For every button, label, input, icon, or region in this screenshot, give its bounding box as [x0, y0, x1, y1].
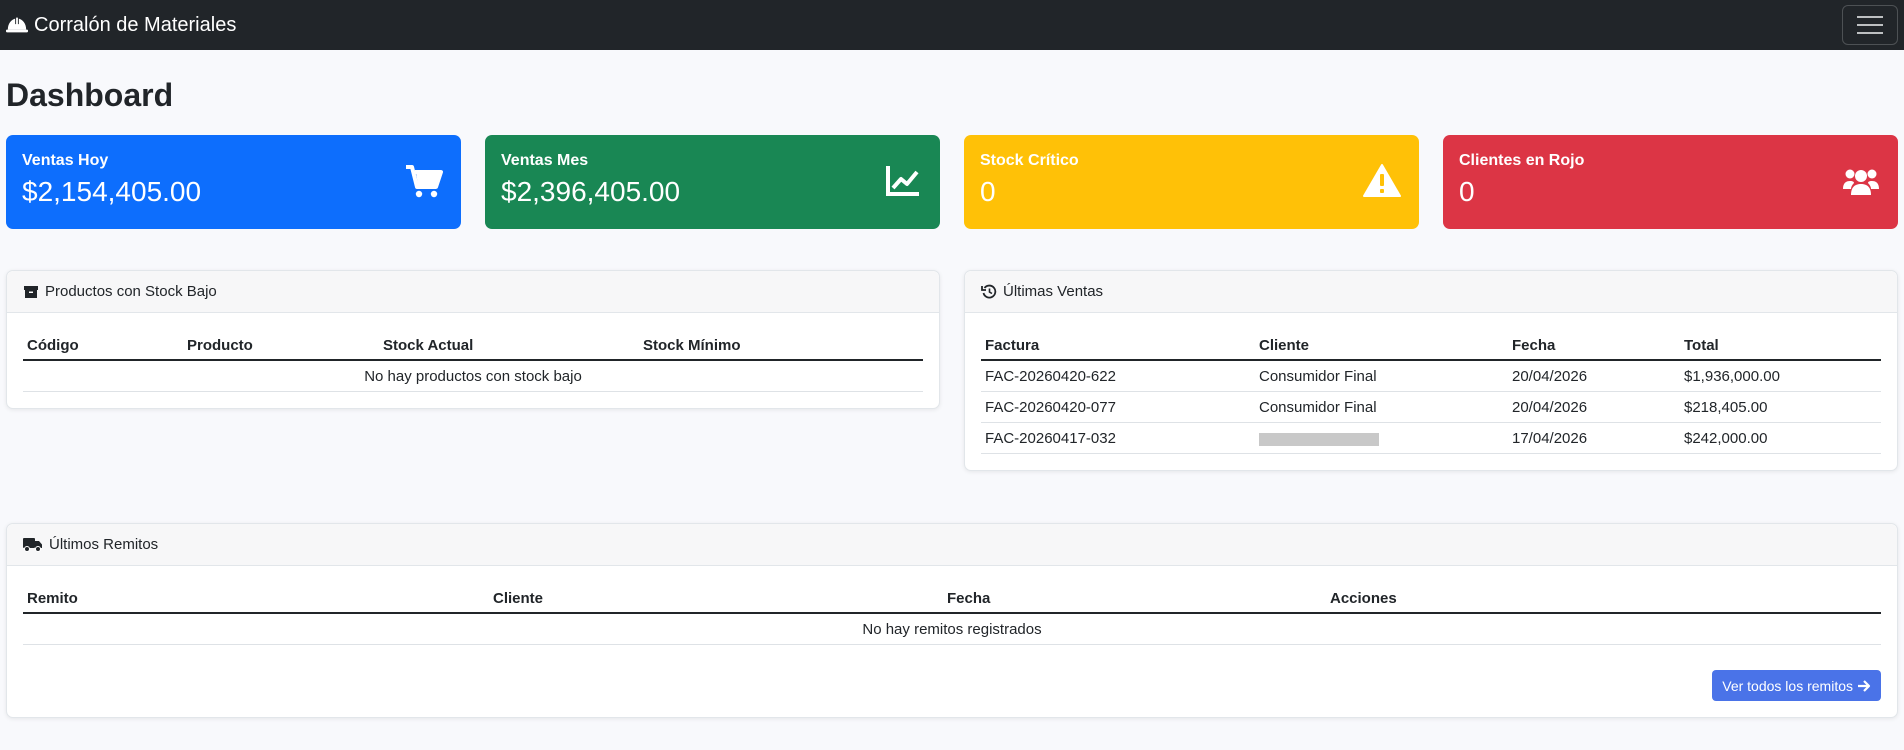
- chart-line-icon: [886, 166, 919, 196]
- column-header: Producto: [183, 331, 379, 361]
- remitos-card: Últimos Remitos Remito Cliente Fecha Acc…: [6, 523, 1898, 718]
- card-header: Últimas Ventas: [965, 271, 1897, 313]
- table-row: No hay remitos registrados: [23, 613, 1881, 645]
- hamburger-icon: [1857, 16, 1883, 34]
- button-label: Ver todos los remitos: [1722, 677, 1853, 694]
- cell-total: $242,000.00: [1680, 422, 1881, 454]
- redacted-client-name: [1259, 432, 1379, 446]
- column-header: Total: [1680, 331, 1881, 361]
- cell-fecha: 20/04/2026: [1508, 360, 1680, 392]
- column-header: Cliente: [1255, 331, 1508, 361]
- main-content: Dashboard Ventas Hoy $2,154,405.00 Venta…: [0, 76, 1904, 718]
- column-header: Remito: [23, 584, 489, 614]
- page-title: Dashboard: [6, 77, 174, 113]
- column-header: Stock Actual: [379, 331, 639, 361]
- top-navbar: Corralón de Materiales: [0, 0, 1904, 50]
- last-sales-card: Últimas Ventas Factura Cliente Fecha Tot…: [964, 270, 1898, 471]
- navbar-brand[interactable]: Corralón de Materiales: [6, 14, 236, 37]
- cell-factura: FAC-20260420-622: [981, 360, 1255, 392]
- cell-total: $1,936,000.00: [1680, 360, 1881, 392]
- low-stock-card: Productos con Stock Bajo Código Producto…: [6, 270, 940, 409]
- stat-label: Clientes en Rojo: [1459, 152, 1585, 169]
- stat-card-ventas-mes: Ventas Mes $2,396,405.00: [485, 135, 940, 229]
- stats-row: Ventas Hoy $2,154,405.00 Ventas Mes $2,3…: [6, 135, 1898, 229]
- card-title: Productos con Stock Bajo: [45, 283, 217, 300]
- cell-fecha: 17/04/2026: [1508, 422, 1680, 454]
- table-row: FAC-20260420-077 Consumidor Final 20/04/…: [981, 391, 1881, 423]
- last-sales-table: Factura Cliente Fecha Total FAC-20260420…: [981, 331, 1881, 454]
- cell-factura: FAC-20260417-032: [981, 422, 1255, 454]
- card-title: Últimos Remitos: [49, 536, 159, 553]
- table-row: FAC-20260420-622 Consumidor Final 20/04/…: [981, 360, 1881, 392]
- stat-value: $2,396,405.00: [501, 176, 681, 207]
- table-row: FAC-20260417-032 17/04/2026 $242,000.00: [981, 422, 1881, 454]
- arrow-right-icon: [1858, 679, 1871, 692]
- hard-hat-icon: [6, 17, 28, 33]
- card-header: Productos con Stock Bajo: [7, 271, 939, 313]
- table-row: No hay productos con stock bajo: [23, 360, 923, 392]
- stat-value: 0: [980, 176, 996, 207]
- empty-message: No hay productos con stock bajo: [23, 360, 923, 392]
- card-header: Últimos Remitos: [7, 524, 1897, 566]
- column-header: Acciones: [1326, 584, 1881, 614]
- warning-icon: [1363, 164, 1401, 197]
- stat-card-clientes-en-rojo: Clientes en Rojo 0: [1443, 135, 1898, 229]
- stat-value: 0: [1459, 176, 1475, 207]
- stat-label: Ventas Mes: [501, 152, 589, 169]
- view-all-remitos-button[interactable]: Ver todos los remitos: [1712, 670, 1881, 701]
- remitos-table: Remito Cliente Fecha Acciones No hay rem…: [23, 584, 1881, 645]
- tables-row: Productos con Stock Bajo Código Producto…: [6, 270, 1898, 495]
- column-header: Stock Mínimo: [639, 331, 923, 361]
- cell-factura: FAC-20260420-077: [981, 391, 1255, 423]
- stat-label: Stock Crítico: [980, 152, 1079, 169]
- stat-card-ventas-hoy: Ventas Hoy $2,154,405.00: [6, 135, 461, 229]
- empty-message: No hay remitos registrados: [23, 613, 1881, 645]
- truck-icon: [23, 538, 42, 552]
- users-icon: [1843, 169, 1879, 195]
- column-header: Fecha: [943, 584, 1326, 614]
- card-title: Últimas Ventas: [1003, 283, 1104, 300]
- column-header: Cliente: [489, 584, 943, 614]
- cell-fecha: 20/04/2026: [1508, 391, 1680, 423]
- cell-total: $218,405.00: [1680, 391, 1881, 423]
- cell-cliente: Consumidor Final: [1255, 360, 1508, 392]
- column-header: Factura: [981, 331, 1255, 361]
- low-stock-table: Código Producto Stock Actual Stock Mínim…: [23, 331, 923, 392]
- box-icon: [24, 286, 38, 298]
- stat-value: $2,154,405.00: [22, 176, 202, 207]
- stat-label: Ventas Hoy: [22, 152, 109, 169]
- cell-cliente: Consumidor Final: [1255, 391, 1508, 423]
- cell-cliente: [1255, 422, 1508, 454]
- column-header: Código: [23, 331, 183, 361]
- navbar-toggle-button[interactable]: [1842, 5, 1898, 45]
- app-title: Corralón de Materiales: [34, 13, 237, 36]
- stat-card-stock-critico: Stock Crítico 0: [964, 135, 1419, 229]
- column-header: Fecha: [1508, 331, 1680, 361]
- cart-icon: [406, 165, 443, 198]
- history-icon: [981, 284, 997, 299]
